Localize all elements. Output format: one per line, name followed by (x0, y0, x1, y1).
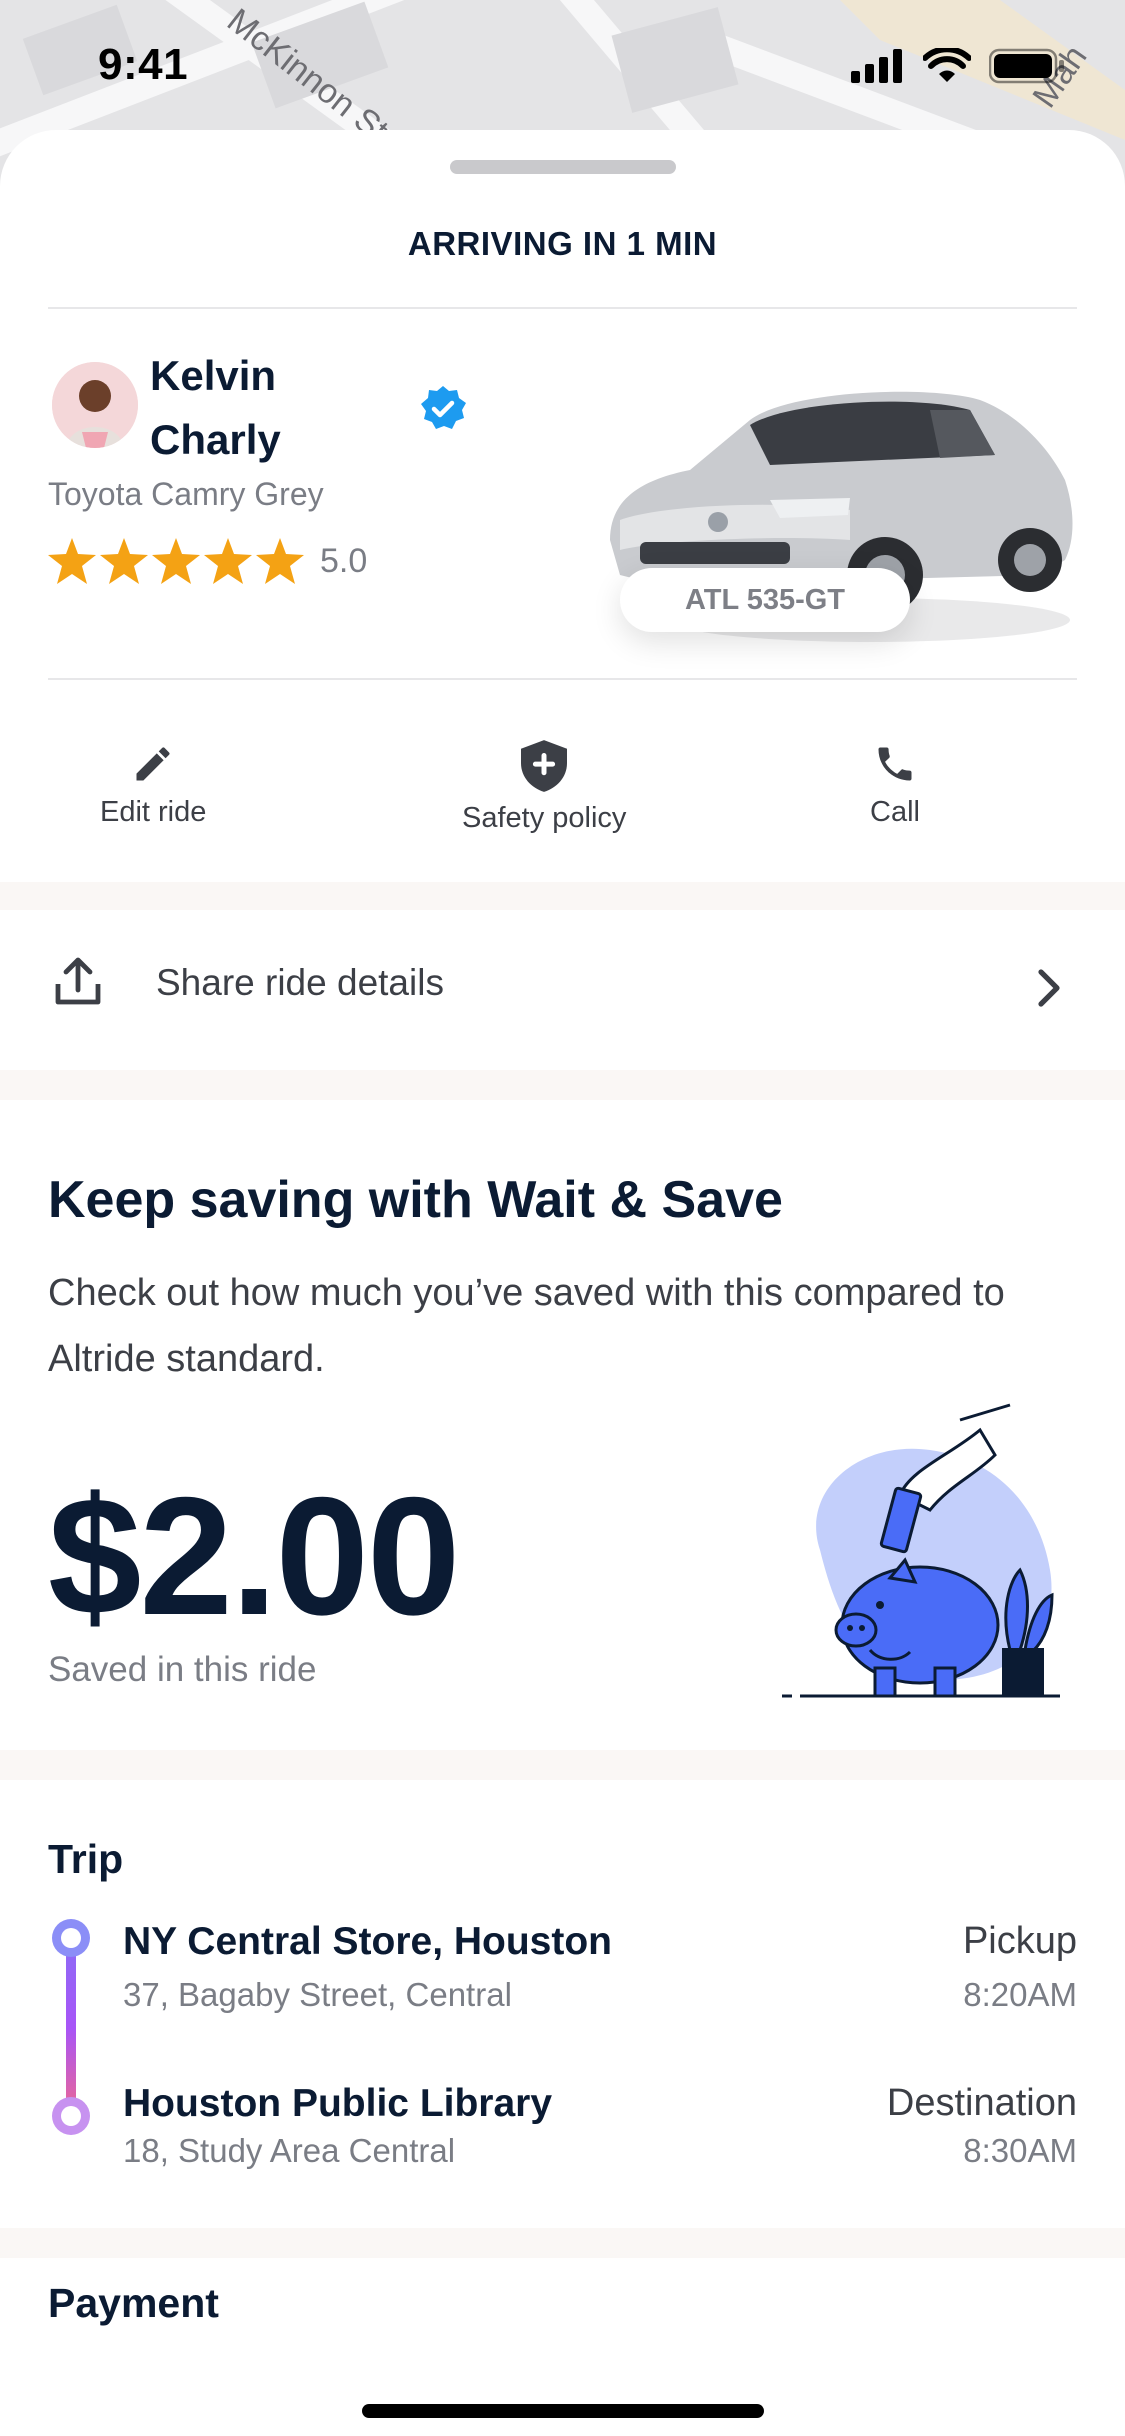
pickup-time: 8:20AM (963, 1976, 1077, 2013)
driver-last-name: Charly (150, 416, 281, 463)
status-time: 9:41 (98, 40, 189, 89)
pickup-role-label: Pickup (962, 1920, 1077, 1962)
phone-icon (878, 747, 912, 781)
edit-ride-label: Edit ride (100, 796, 207, 828)
safety-policy-button[interactable]: Safety policy (462, 740, 626, 835)
chevron-right-icon (1038, 969, 1060, 1007)
section-separator (0, 1750, 1125, 1780)
car-model: Toyota Camry Grey (48, 476, 324, 512)
destination-location-address: 18, Study Area Central (123, 2132, 456, 2169)
wifi-icon (923, 48, 971, 82)
trip-section-title: Trip (48, 1836, 124, 1882)
share-ride-details-label: Share ride details (156, 962, 444, 1003)
driver-first-name: Kelvin (150, 352, 277, 399)
ride-details-sheet: ARRIVING IN 1 MIN Kelvin Charly Toyota C… (0, 130, 1125, 2436)
arrival-status: ARRIVING IN 1 MIN (407, 225, 718, 262)
share-upload-icon (55, 957, 101, 1005)
destination-role-label: Destination (886, 2082, 1077, 2124)
star-icon (48, 538, 96, 584)
wait-save-description: Check out how much you’ve saved with thi… (48, 1272, 1005, 1380)
wait-save-title: Keep saving with Wait & Save (48, 1171, 783, 1229)
home-indicator[interactable] (362, 2404, 764, 2418)
pickup-location-address: 37, Bagaby Street, Central (123, 1976, 512, 2013)
shield-plus-icon (521, 740, 568, 792)
driver-rating: 5.0 (48, 538, 367, 584)
destination-time: 8:30AM (963, 2132, 1077, 2169)
pickup-location-name: NY Central Store, Houston (123, 1920, 613, 1963)
license-plate: ATL 535-GT (620, 568, 910, 632)
star-icon (100, 538, 148, 584)
rating-value: 5.0 (320, 541, 368, 580)
star-icon (204, 538, 252, 584)
status-bar: 9:41 (0, 0, 1125, 140)
battery-icon (989, 48, 1064, 84)
saved-amount-label: Saved in this ride (48, 1650, 317, 1689)
section-separator (0, 1070, 1125, 1100)
route-line-icon (52, 1919, 90, 2135)
status-icons (851, 48, 1065, 84)
section-separator (0, 2228, 1125, 2258)
call-label: Call (870, 796, 920, 828)
payment-section-title: Payment (48, 2280, 219, 2326)
divider (48, 307, 1077, 309)
star-icon (256, 538, 304, 584)
edit-ride-button[interactable]: Edit ride (100, 742, 206, 829)
sheet-grabber-handle[interactable] (450, 160, 676, 174)
share-ride-details-row[interactable]: Share ride details (0, 910, 1125, 1070)
safety-policy-label: Safety policy (462, 802, 627, 834)
driver-avatar[interactable] (52, 362, 138, 448)
divider (48, 678, 1077, 680)
piggy-bank-illustration (782, 1403, 1060, 1698)
driver-name: Kelvin Charly (150, 344, 400, 472)
verified-badge-icon (421, 386, 466, 429)
section-separator (0, 882, 1125, 910)
cellular-signal-icon (851, 49, 902, 83)
destination-location-name: Houston Public Library (123, 2082, 553, 2125)
saved-amount: $2.00 (48, 1462, 460, 1650)
pencil-icon (136, 747, 170, 781)
call-button[interactable]: Call (870, 742, 920, 829)
star-icon (152, 538, 200, 584)
